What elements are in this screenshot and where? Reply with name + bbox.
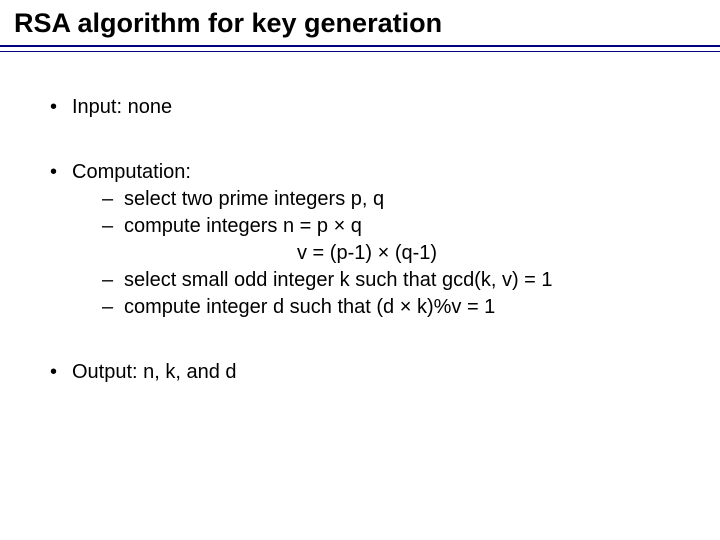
comp-item-1: compute integers n = p × q xyxy=(72,213,680,240)
comp-item-2: v = (p-1) × (q-1) xyxy=(72,240,680,267)
bullet-input: Input: none xyxy=(50,94,680,121)
bullet-output: Output: n, k, and d xyxy=(50,359,680,386)
title-divider-thick xyxy=(0,45,720,47)
bullet-computation: Computation: select two prime integers p… xyxy=(50,159,680,321)
comp-item-0: select two prime integers p, q xyxy=(72,186,680,213)
comp-item-4: compute integer d such that (d × k)%v = … xyxy=(72,294,680,321)
slide-content: Input: none Computation: select two prim… xyxy=(0,52,720,386)
bullet-computation-label: Computation: xyxy=(72,161,191,183)
slide-title: RSA algorithm for key generation xyxy=(0,0,720,45)
comp-item-3: select small odd integer k such that gcd… xyxy=(72,267,680,294)
